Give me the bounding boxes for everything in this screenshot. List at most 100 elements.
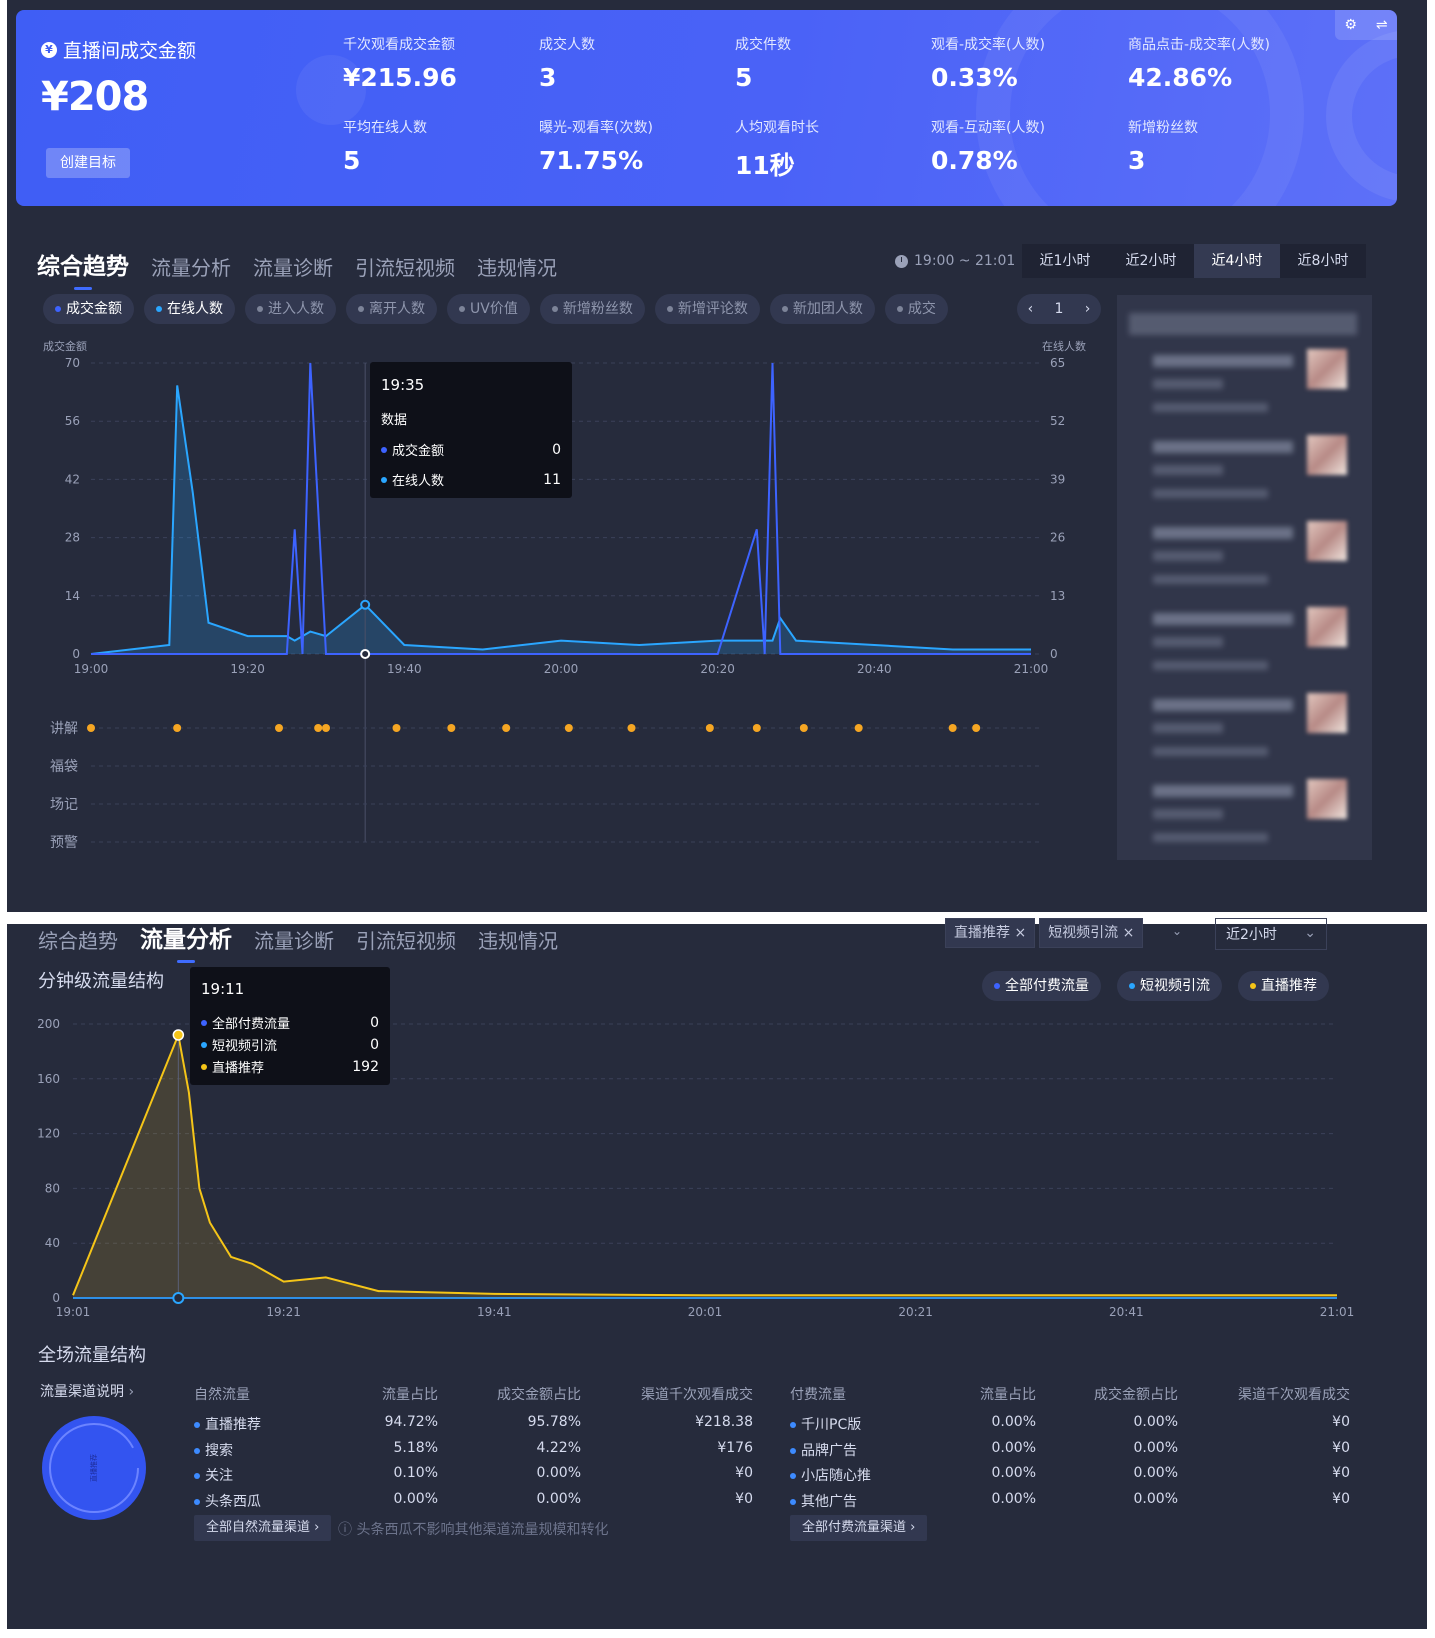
tab-1[interactable]: 流量分析 [140, 920, 232, 963]
channel-explain-link[interactable]: 流量渠道说明 › [40, 1381, 134, 1401]
prev-page-icon[interactable]: ‹ [1028, 301, 1034, 317]
series-dot-icon [201, 1019, 207, 1026]
chevron-down-icon: ⌄ [1304, 925, 1316, 941]
legend-item[interactable]: 直播推荐 [1238, 971, 1329, 1001]
x-tick-label: 20:01 [688, 1305, 723, 1319]
metric-chip[interactable]: 成交金额 [43, 294, 134, 324]
tooltip-value: 0 [552, 441, 561, 458]
metric-chip[interactable]: 在线人数 [144, 294, 235, 324]
table-cell: ¥0 [1332, 1465, 1350, 1481]
filter-tag[interactable]: 短视频引流 × [1039, 918, 1144, 948]
chip-dot-icon [156, 306, 162, 312]
explain-event-dot[interactable] [799, 724, 808, 732]
series-dot-icon [201, 1041, 207, 1048]
metric-chip[interactable]: 新增评论数 [654, 294, 760, 324]
explain-event-dot[interactable] [392, 724, 401, 732]
x-tick-label: 20:40 [857, 662, 892, 676]
explain-event-dot[interactable] [564, 724, 573, 732]
header-cell: 渠道千次观看成交 [641, 1387, 753, 1403]
explain-event-dot[interactable] [705, 724, 714, 732]
y2-tick-label: 65 [1050, 356, 1065, 370]
switch-icon[interactable]: ⇌ [1376, 17, 1388, 33]
product-thumbnail[interactable] [1307, 779, 1347, 819]
explain-event-dot[interactable] [314, 724, 323, 732]
metric-card: 新增粉丝数 3 [1128, 117, 1198, 175]
tab-3[interactable]: 引流短视频 [356, 925, 456, 954]
blurred-text [1153, 379, 1223, 389]
blurred-header [1129, 313, 1357, 335]
explain-event-dot[interactable] [447, 724, 456, 732]
legend-item[interactable]: 短视频引流 [1117, 971, 1222, 1001]
tab-0[interactable]: 综合趋势 [38, 925, 118, 954]
all-natural-channels-button[interactable]: 全部自然流量渠道 › [194, 1515, 332, 1541]
explain-event-dot[interactable] [502, 724, 511, 732]
tab-2[interactable]: 流量诊断 [253, 252, 333, 281]
explain-event-dot[interactable] [173, 724, 182, 732]
tab-1[interactable]: 流量分析 [151, 252, 231, 281]
table-cell: 0.00% [991, 1490, 1036, 1507]
explain-event-dot[interactable] [972, 724, 981, 732]
event-row-label: 讲解 [50, 721, 78, 737]
tab-4[interactable]: 违规情况 [477, 252, 557, 281]
explain-event-dot[interactable] [275, 724, 283, 732]
metric-value: 42.86% [1128, 63, 1233, 92]
range-option[interactable]: 近1小时 [1022, 244, 1108, 278]
metric-chip[interactable]: 成交 [884, 294, 948, 324]
legend-item[interactable]: 全部付费流量 [982, 971, 1101, 1001]
metric-card: 千次观看成交金额 ¥215.96 [343, 34, 457, 92]
metrics-card: ¥ 直播间成交金额 ¥208 创建目标 ⚙ ⇌ 千次观看成交金额 ¥215.96 成… [16, 10, 1397, 206]
blurred-text [1153, 465, 1223, 475]
product-thumbnail[interactable] [1307, 693, 1347, 733]
table-cell: ¥218.38 [695, 1414, 753, 1430]
card-tools: ⚙ ⇌ [1335, 10, 1397, 40]
tab-4[interactable]: 违规情况 [478, 925, 558, 954]
tooltip-label: 直播推荐 [212, 1061, 265, 1076]
channel-dot-icon [790, 1473, 796, 1479]
table-cell: 0.00% [393, 1490, 438, 1507]
tab-3[interactable]: 引流短视频 [355, 252, 455, 281]
chip-dot-icon [358, 306, 364, 312]
table-cell: 0.00% [1133, 1490, 1178, 1507]
product-thumbnail[interactable] [1307, 607, 1347, 647]
x-tick-label: 21:01 [1320, 1305, 1355, 1319]
all-paid-channels-button[interactable]: 全部付费流量渠道 › [790, 1515, 928, 1541]
next-page-icon[interactable]: › [1085, 301, 1091, 317]
blurred-text [1153, 613, 1293, 625]
tab-0[interactable]: 综合趋势 [37, 247, 129, 290]
y-tick-label: 120 [37, 1127, 60, 1141]
metric-chip[interactable]: UV价值 [447, 294, 530, 324]
metric-value: 5 [343, 146, 361, 175]
channel-name: 品牌广告 [790, 1440, 857, 1460]
tooltip-row: 全部付费流量 0 [201, 1013, 379, 1032]
explain-event-dot[interactable] [854, 724, 863, 732]
table-cell: 0.00% [991, 1465, 1036, 1481]
range-select-traffic[interactable]: 近2小时 ⌄ [1215, 918, 1327, 950]
explain-event-dot[interactable] [948, 724, 957, 732]
y-tick-label: 70 [65, 356, 80, 370]
tab-2[interactable]: 流量诊断 [254, 925, 334, 954]
range-option[interactable]: 近8小时 [1280, 244, 1366, 278]
chevron-down-icon[interactable]: ⌄ [1172, 924, 1182, 938]
filter-tag[interactable]: 直播推荐 × [945, 918, 1036, 948]
tab-bar-trend: 综合趋势 流量分析 流量诊断 引流短视频 违规情况 [37, 247, 557, 290]
channel-dot-icon [790, 1447, 796, 1454]
explain-event-dot[interactable] [627, 724, 636, 732]
gmv-value: ¥208 [41, 74, 149, 120]
range-option[interactable]: 近2小时 [1108, 244, 1194, 278]
metric-chip[interactable]: 新增粉丝数 [539, 294, 645, 324]
explain-event-dot[interactable] [87, 724, 95, 732]
settings-icon[interactable]: ⚙ [1344, 17, 1357, 33]
metric-label: 平均在线人数 [343, 120, 427, 136]
tooltip-label: 成交金额 [392, 444, 445, 459]
explain-event-dot[interactable] [322, 724, 330, 732]
table-cell: 0.00% [991, 1414, 1036, 1430]
create-goal-button[interactable]: 创建目标 [46, 148, 130, 178]
metric-chip[interactable]: 进入人数 [245, 294, 336, 324]
range-option[interactable]: 近4小时 [1194, 244, 1280, 278]
metric-chip[interactable]: 新加团人数 [769, 294, 875, 324]
product-thumbnail[interactable] [1307, 349, 1347, 389]
explain-event-dot[interactable] [752, 724, 761, 732]
product-thumbnail[interactable] [1307, 521, 1347, 561]
metric-chip[interactable]: 离开人数 [346, 294, 437, 324]
product-thumbnail[interactable] [1307, 435, 1347, 475]
